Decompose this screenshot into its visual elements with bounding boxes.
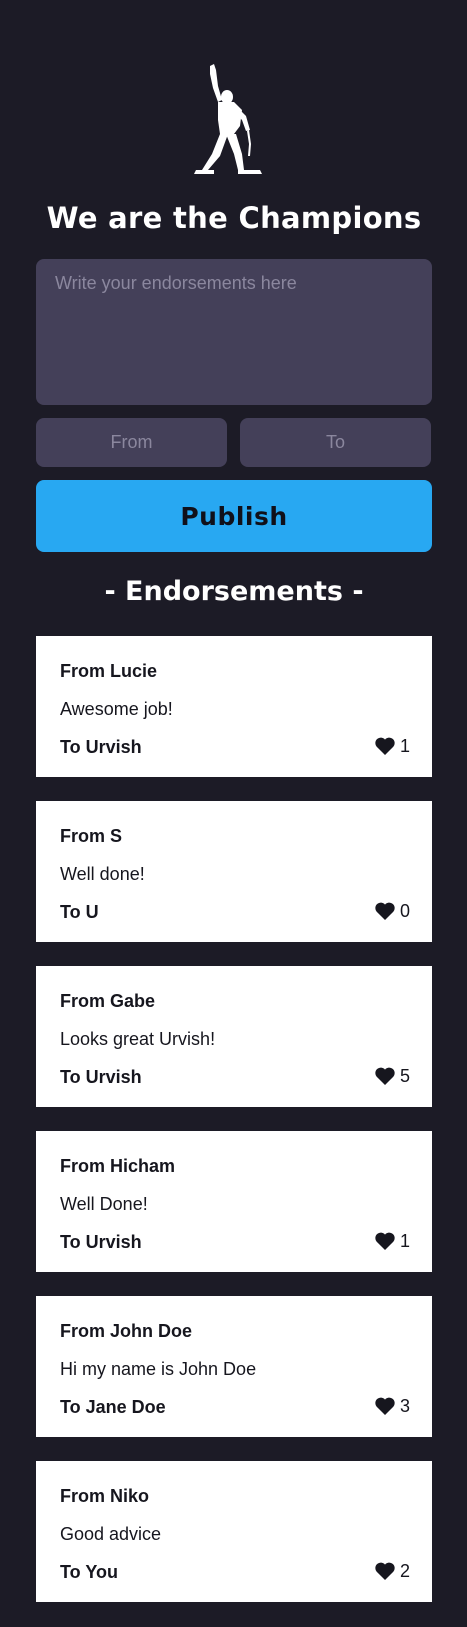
like-count: 3 (399, 1396, 410, 1416)
heart-icon (375, 1562, 395, 1580)
to-input[interactable] (240, 418, 431, 467)
card-message: Good advice (60, 1524, 162, 1544)
heart-icon (375, 737, 395, 755)
card-message: Well Done! (60, 1194, 148, 1214)
card-message: Hi my name is John Doe (60, 1359, 257, 1379)
publish-button[interactable]: Publish (36, 480, 432, 552)
card-message: Well done! (60, 864, 145, 884)
like-count: 1 (399, 736, 410, 756)
heart-icon (375, 1067, 395, 1085)
endorsement-card: From John Doe Hi my name is John Doe To … (36, 1296, 432, 1437)
from-input[interactable] (36, 418, 227, 467)
like-count: 0 (399, 901, 410, 921)
endorsement-card: From Gabe Looks great Urvish! To Urvish … (36, 966, 432, 1107)
endorsement-card: From Hicham Well Done! To Urvish 1 (36, 1131, 432, 1272)
endorsement-card: From S Well done! To U 0 (36, 801, 432, 942)
card-message: Awesome job! (60, 699, 173, 719)
card-from: From S (60, 826, 123, 846)
like-button[interactable]: 3 (375, 1395, 410, 1417)
card-to: To Urvish (60, 737, 142, 757)
champion-silhouette-icon (194, 64, 262, 174)
card-to: To You (60, 1562, 118, 1582)
endorsements-heading: - Endorsements - (104, 576, 364, 607)
card-from: From Lucie (60, 661, 158, 681)
card-message: Looks great Urvish! (60, 1029, 216, 1049)
card-from: From Gabe (60, 991, 156, 1011)
card-from: From John Doe (60, 1321, 193, 1341)
like-button[interactable]: 1 (375, 735, 410, 757)
card-to: To Jane Doe (60, 1397, 166, 1417)
card-from: From Hicham (60, 1156, 176, 1176)
like-button[interactable]: 5 (375, 1065, 410, 1087)
heart-icon (375, 902, 395, 920)
heart-icon (375, 1232, 395, 1250)
heart-icon (375, 1397, 395, 1415)
card-to: To U (60, 902, 99, 922)
like-button[interactable]: 1 (375, 1230, 410, 1252)
endorsement-card: From Niko Good advice To You 2 (36, 1461, 432, 1602)
page-title: We are the Champions (46, 201, 422, 235)
card-to: To Urvish (60, 1232, 142, 1252)
endorsement-input[interactable] (36, 259, 432, 405)
card-to: To Urvish (60, 1067, 142, 1087)
endorsement-card: From Lucie Awesome job! To Urvish 1 (36, 636, 432, 777)
like-count: 2 (399, 1561, 410, 1581)
like-count: 5 (399, 1066, 410, 1086)
like-count: 1 (399, 1231, 410, 1251)
card-from: From Niko (60, 1486, 150, 1506)
like-button[interactable]: 0 (375, 900, 410, 922)
like-button[interactable]: 2 (375, 1560, 410, 1582)
